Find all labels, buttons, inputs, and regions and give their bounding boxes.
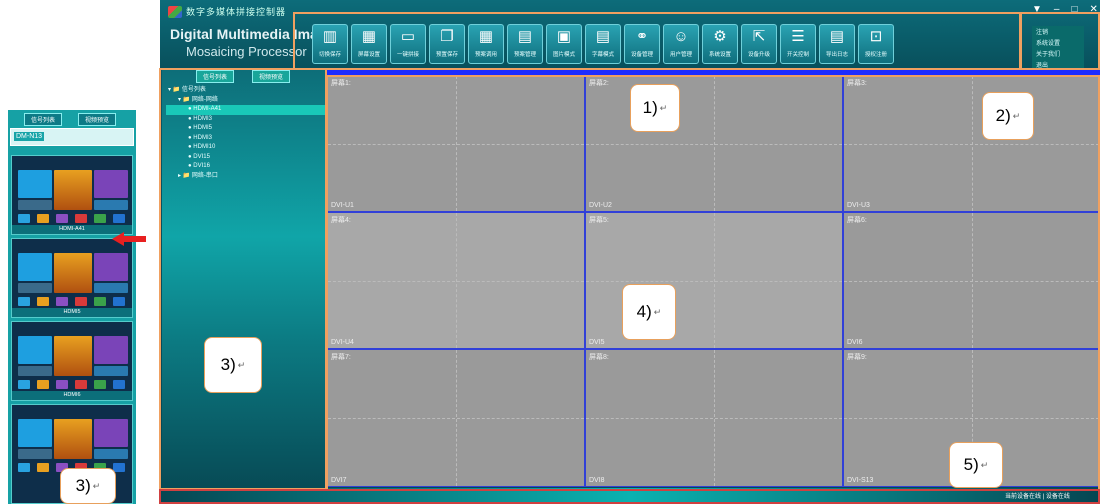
thumb-tile xyxy=(54,419,92,459)
thumb-tile xyxy=(18,253,52,281)
arrow-pointer-icon xyxy=(112,232,146,251)
thumb-tile xyxy=(94,366,128,376)
signal-thumbnail[interactable]: HDMI-A41 xyxy=(11,155,133,235)
thumb-tile xyxy=(18,200,52,210)
thumb-tile xyxy=(94,419,128,447)
app-tile-icon xyxy=(18,214,30,223)
app-tile-icon xyxy=(75,214,87,223)
app-tile-icon xyxy=(37,297,49,306)
app-tile-icon xyxy=(75,380,87,389)
app-tile-icon xyxy=(18,463,30,472)
thumb-tile xyxy=(18,336,52,364)
thumb-tile xyxy=(18,366,52,376)
app-tile-icon xyxy=(37,380,49,389)
thumb-tile xyxy=(54,170,92,210)
thumb-tile xyxy=(94,200,128,210)
brand-line-2: Mosaicing Processor xyxy=(186,44,307,59)
thumbnail-caption: HDMI6 xyxy=(12,391,132,400)
app-tile-icon xyxy=(94,380,106,389)
thumb-tile xyxy=(18,170,52,198)
app-tile-icon xyxy=(113,297,125,306)
callout-3-thumbnail: 3) ↵ xyxy=(60,468,116,504)
statusbar-frame xyxy=(159,489,1100,504)
app-title: 数字多媒体拼接控制器 xyxy=(186,7,287,17)
app-tile-icon xyxy=(113,214,125,223)
app-tile-icon xyxy=(75,297,87,306)
app-tile-icon xyxy=(37,463,49,472)
app-tile-icon xyxy=(56,214,68,223)
app-tile-icon xyxy=(18,380,30,389)
thumb-tile xyxy=(94,336,128,364)
app-tile-icon xyxy=(56,297,68,306)
callout-1: 1) ↵ xyxy=(630,84,680,132)
thumb-tile xyxy=(18,419,52,447)
sidebar-frame xyxy=(159,68,327,490)
thumbnail-list: HDMI-A41 HDMI5 HDMI6 xyxy=(8,110,136,504)
app-tile-icon xyxy=(113,463,125,472)
thumbnail-caption: HDMI5 xyxy=(12,308,132,317)
app-tile-icon xyxy=(94,297,106,306)
thumb-tile xyxy=(94,283,128,293)
thumb-tile xyxy=(18,283,52,293)
app-tile-icon xyxy=(37,214,49,223)
callout-3: 3) ↵ xyxy=(204,337,262,393)
signal-thumbnail[interactable]: HDMI6 xyxy=(11,321,133,401)
thumb-tile xyxy=(54,253,92,293)
thumb-tile xyxy=(18,449,52,459)
app-logo-icon xyxy=(168,6,182,18)
menu-frame xyxy=(1020,12,1100,70)
callout-2: 2) ↵ xyxy=(982,92,1034,140)
app-tile-icon xyxy=(94,214,106,223)
app-tile-icon xyxy=(113,380,125,389)
thumb-tile xyxy=(94,170,128,198)
app-tile-icon xyxy=(56,380,68,389)
thumb-tile xyxy=(54,336,92,376)
thumb-tile xyxy=(94,253,128,281)
callout-5: 5) ↵ xyxy=(949,442,1003,488)
app-tile-icon xyxy=(18,297,30,306)
toolbar-frame xyxy=(293,12,1021,70)
thumb-tile xyxy=(94,449,128,459)
callout-4: 4) ↵ xyxy=(622,284,676,340)
